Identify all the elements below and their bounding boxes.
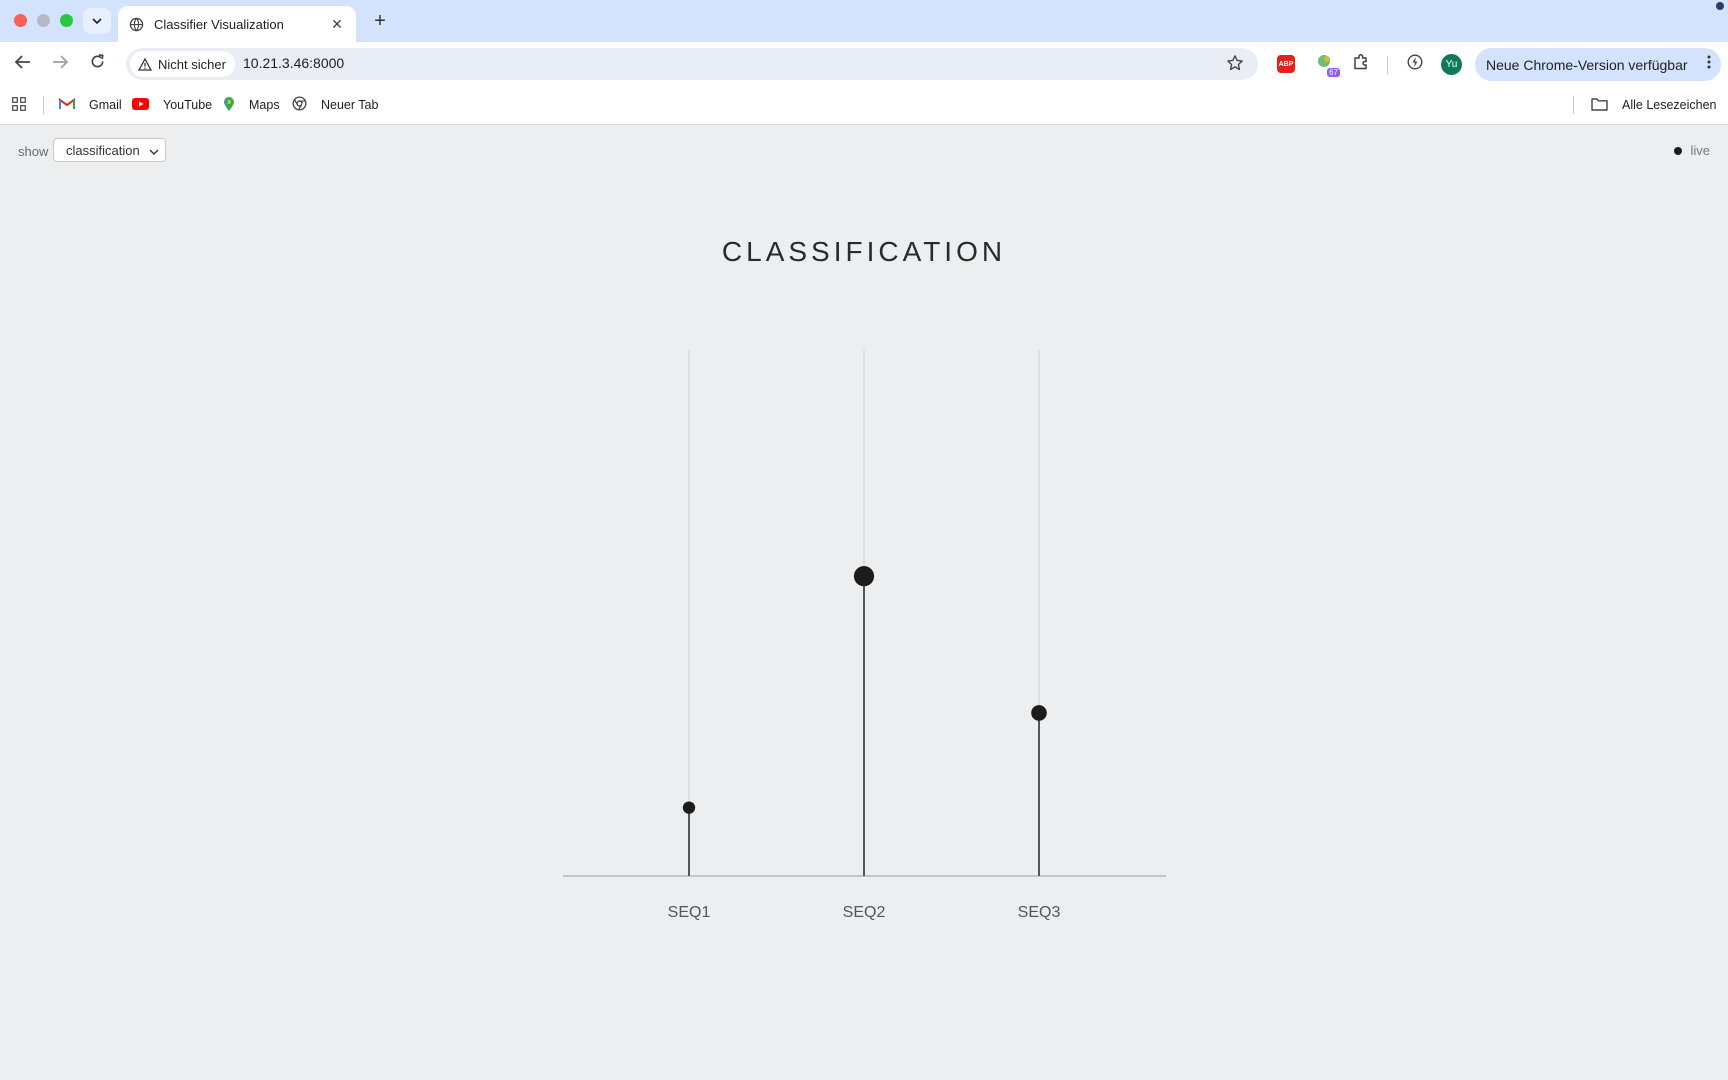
point-seq3 — [1031, 705, 1047, 721]
tab-search-button[interactable] — [83, 8, 111, 34]
tab-active[interactable]: Classifier Visualization ✕ — [118, 6, 356, 42]
youtube-icon — [132, 97, 156, 113]
star-icon[interactable] — [1226, 54, 1244, 77]
bookmark-label: Gmail — [89, 98, 122, 112]
forward-button[interactable] — [48, 53, 72, 75]
security-chip[interactable]: Nicht sicher — [130, 51, 235, 77]
adblock-icon: ABP — [1277, 55, 1295, 73]
reload-button[interactable] — [85, 53, 109, 75]
page-content: show classification live CLASSIFICATION … — [0, 125, 1728, 1080]
lightning-icon — [1406, 53, 1424, 76]
avatar[interactable]: Yu — [1441, 54, 1462, 75]
bookmark-neuer-tab[interactable]: Neuer Tab — [292, 95, 378, 115]
chrome-update-button[interactable]: Neue Chrome-Version verfügbar — [1475, 48, 1721, 81]
point-seq1 — [682, 801, 696, 814]
security-label: Nicht sicher — [158, 56, 226, 72]
arrow-right-icon — [52, 54, 69, 74]
window-close-button[interactable] — [14, 14, 27, 27]
bookmark-label: Neuer Tab — [321, 98, 379, 112]
browser-chrome: Classifier Visualization ✕ + Nicht siche… — [0, 0, 1728, 125]
globe-icon — [128, 16, 144, 32]
point-seq2 — [853, 566, 875, 587]
folder-icon — [1591, 97, 1615, 114]
all-bookmarks-button[interactable]: Alle Lesezeichen — [1591, 95, 1717, 115]
bookmark-gmail[interactable]: Gmail — [59, 95, 122, 115]
window-maximize-button[interactable] — [60, 14, 73, 27]
omnibox[interactable]: Nicht sicher 10.21.3.46:8000 — [126, 48, 1258, 80]
apps-grid-icon — [12, 96, 33, 114]
close-icon[interactable]: ✕ — [328, 16, 346, 33]
maps-icon — [223, 96, 242, 115]
x-tick-label: SEQ1 — [668, 904, 711, 921]
toolbar: Nicht sicher 10.21.3.46:8000 ABP 67 Yu N… — [0, 42, 1728, 86]
performance-button[interactable] — [1404, 53, 1426, 75]
tab-strip: Classifier Visualization ✕ + — [0, 0, 1728, 42]
toolbar-separator — [1387, 56, 1388, 74]
url-text[interactable]: 10.21.3.46:8000 — [243, 55, 344, 71]
puzzle-icon — [1352, 53, 1370, 76]
all-bookmarks-label: Alle Lesezeichen — [1622, 98, 1717, 112]
window-indicator — [1716, 2, 1724, 10]
chrome-icon — [292, 96, 314, 114]
more-vertical-icon — [1707, 55, 1711, 74]
bookmarks-separator-right — [1573, 96, 1574, 114]
bookmarks-separator — [43, 96, 44, 114]
back-button[interactable] — [11, 53, 35, 75]
reload-icon — [90, 54, 105, 74]
x-tick-label: SEQ2 — [843, 904, 886, 921]
window-minimize-button[interactable] — [37, 14, 50, 27]
arrow-left-icon — [14, 54, 31, 74]
new-tab-button[interactable]: + — [368, 10, 392, 34]
bookmark-youtube[interactable]: YouTube — [132, 95, 212, 115]
extensions-button[interactable] — [1350, 53, 1372, 75]
extension-badge: 67 — [1327, 68, 1340, 77]
bookmark-label: YouTube — [163, 98, 213, 112]
warning-icon — [138, 57, 152, 71]
adblock-extension-button[interactable]: ABP — [1275, 53, 1297, 75]
gmail-icon — [59, 97, 82, 113]
bookmark-label: Maps — [249, 98, 280, 112]
classification-chart: SEQ1 SEQ2 SEQ3 — [563, 350, 1166, 921]
extension-button[interactable]: 67 — [1314, 53, 1340, 77]
x-tick-label: SEQ3 — [1018, 904, 1061, 921]
bookmarks-bar: Gmail YouTube Maps Neuer Tab Alle Leseze… — [0, 86, 1728, 125]
bookmark-maps[interactable]: Maps — [223, 95, 280, 115]
chevron-down-icon — [92, 14, 102, 28]
update-label: Neue Chrome-Version verfügbar — [1486, 56, 1688, 73]
tab-title: Classifier Visualization — [154, 16, 284, 32]
apps-button[interactable] — [12, 95, 33, 115]
